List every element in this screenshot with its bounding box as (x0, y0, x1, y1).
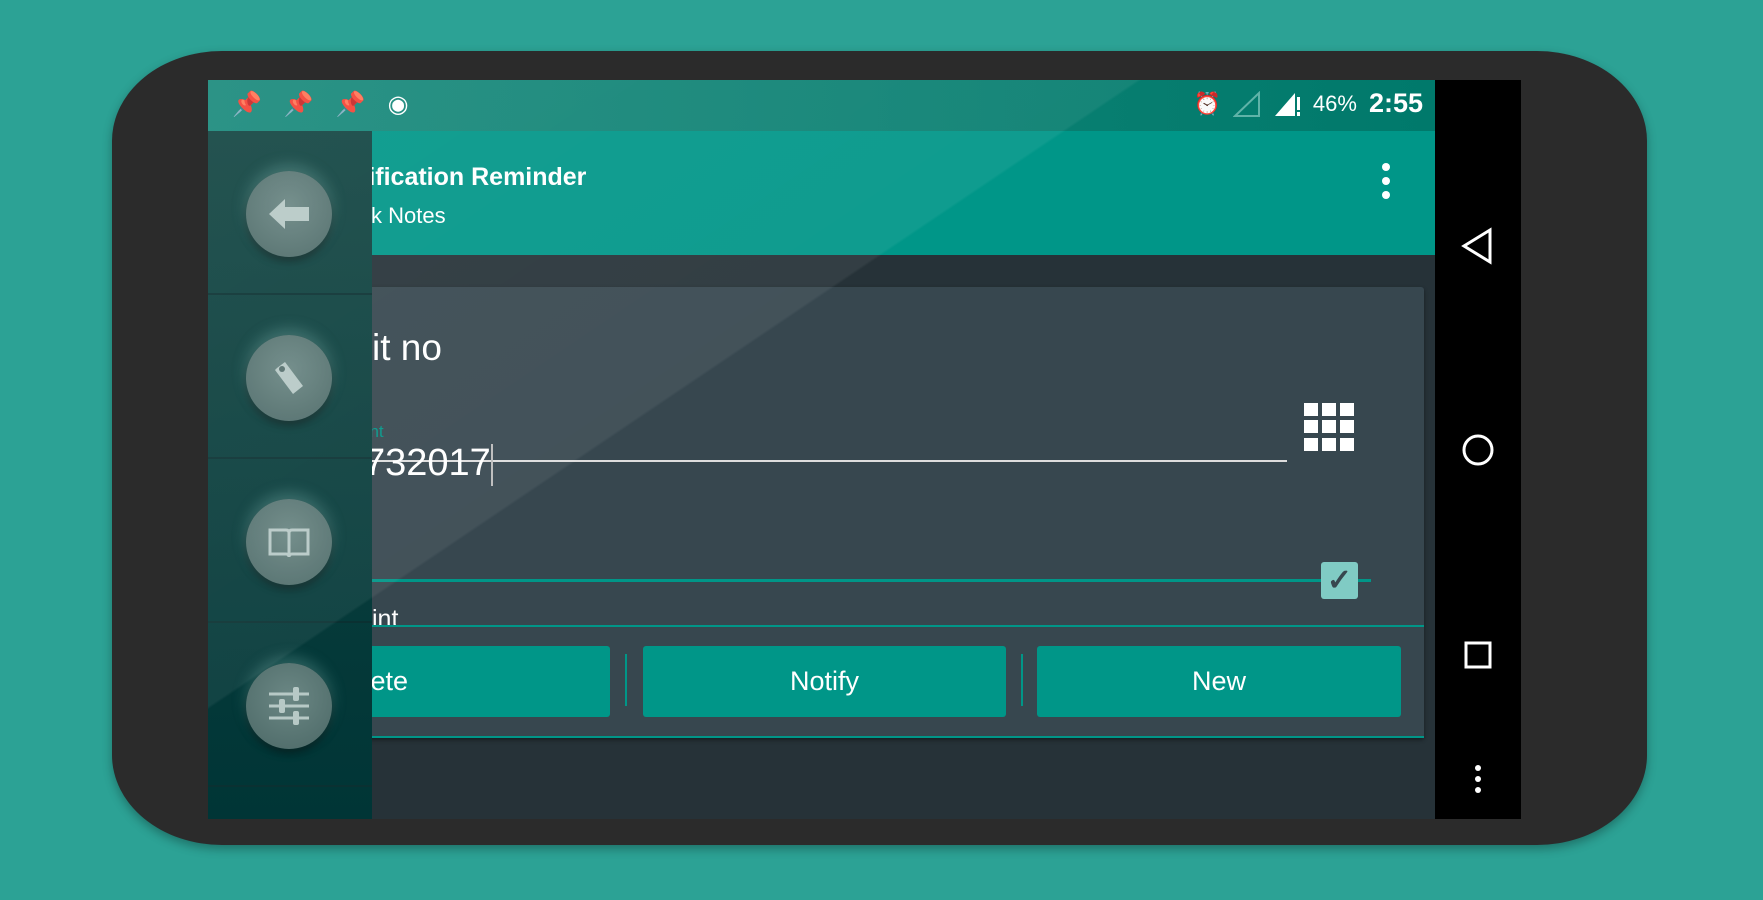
page-title: tification Reminder (360, 163, 587, 191)
divider (208, 736, 1424, 738)
drawer-item-settings[interactable] (208, 623, 372, 787)
notify-button[interactable]: Notify (643, 646, 1006, 717)
content-value: 732017 (364, 442, 491, 484)
more-vert-icon[interactable] (1381, 163, 1391, 199)
back-arrow-icon (269, 199, 309, 229)
menu-icon[interactable] (1458, 760, 1498, 800)
drawer-item-back[interactable] (208, 131, 372, 295)
note-card: it no ent 732017 int ✓ Delete Notify New (208, 287, 1424, 738)
recents-icon[interactable] (1458, 635, 1498, 675)
tag-icon (275, 362, 303, 394)
persistent-checkbox[interactable]: ✓ (1321, 562, 1358, 599)
grid-icon[interactable] (1304, 403, 1354, 451)
check-icon: ✓ (1326, 564, 1353, 597)
side-drawer (208, 131, 372, 819)
signal-empty-icon (1232, 90, 1260, 117)
sliders-icon (269, 687, 309, 725)
content-input[interactable]: 732017 (364, 442, 493, 486)
pin-icon: 📌 (335, 91, 366, 118)
title-input[interactable]: it no (372, 327, 442, 369)
button-separator (625, 654, 627, 706)
button-separator (1021, 654, 1023, 706)
page-subtitle: ck Notes (360, 203, 446, 228)
book-icon (268, 528, 310, 558)
app-toolbar: tification Reminder ck Notes (208, 131, 1435, 255)
pin-icon: 📌 (283, 91, 314, 118)
signal-alert-icon (1274, 92, 1300, 116)
persistent-label: int (372, 605, 399, 633)
new-button[interactable]: New (1037, 646, 1401, 717)
battery-percent: 46% (1312, 90, 1357, 116)
screen: 📌 📌 📌 ◉ ⏰ 46% 2:55 tification Reminder c… (208, 80, 1435, 819)
cyanogenmod-icon: ◉ (387, 91, 409, 118)
home-icon[interactable] (1458, 430, 1498, 470)
text-cursor (490, 443, 493, 486)
alarm-icon: ⏰ (1193, 90, 1221, 116)
drawer-item-tag[interactable] (208, 295, 372, 459)
back-icon[interactable] (1458, 226, 1498, 266)
pin-icon: 📌 (232, 91, 262, 118)
content-underline (208, 579, 1371, 582)
clock: 2:55 (1368, 88, 1423, 118)
status-bar: 📌 📌 📌 ◉ ⏰ 46% 2:55 (208, 80, 1435, 131)
divider (208, 625, 1424, 627)
navigation-bar (1435, 80, 1521, 819)
drawer-item-book[interactable] (208, 459, 372, 623)
